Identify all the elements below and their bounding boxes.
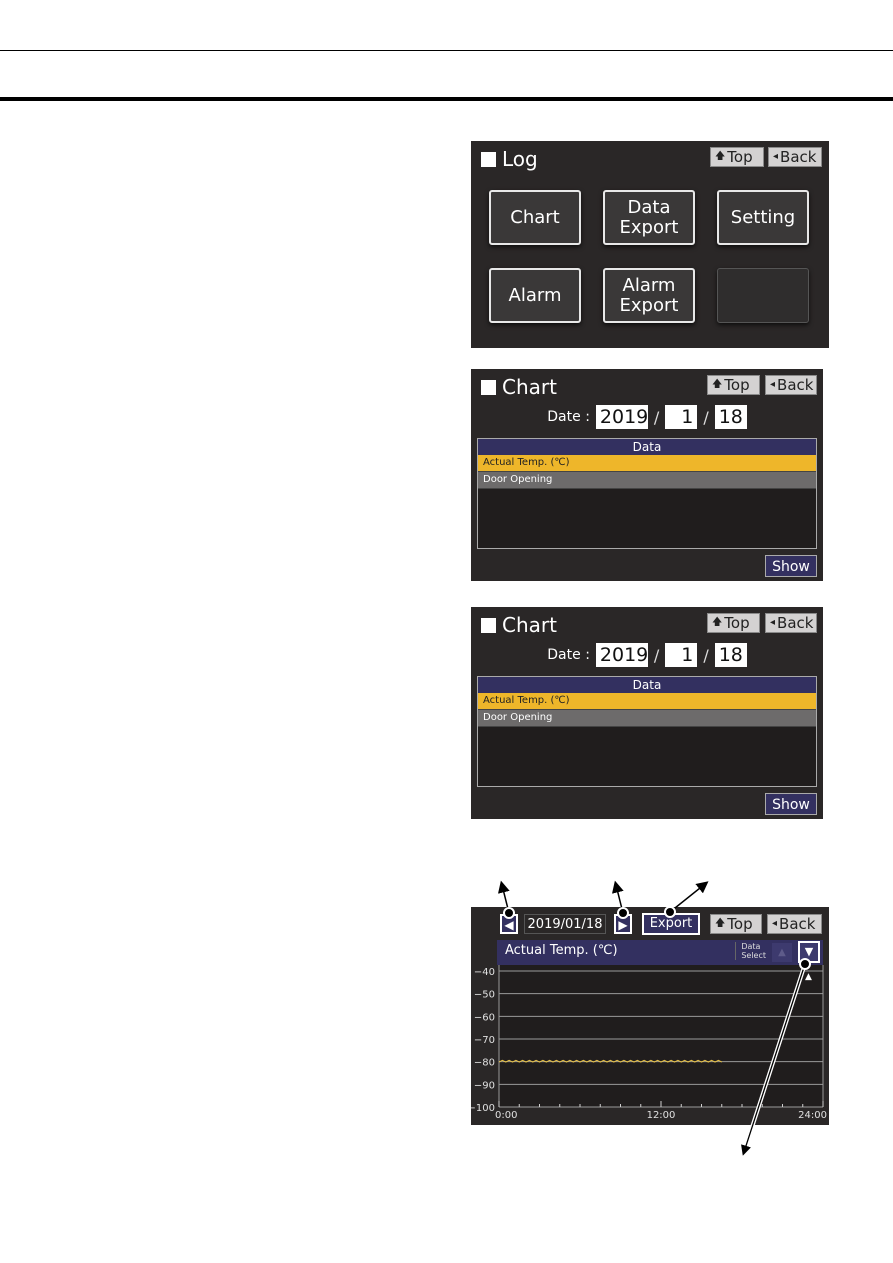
x-tick-label: 0:00 [495, 1110, 517, 1121]
alarm-button[interactable]: Alarm [489, 268, 581, 323]
back-button[interactable]: ◂ Back [765, 375, 817, 395]
y-tick-label: −80 [474, 1058, 495, 1069]
day-field[interactable]: 18 [714, 405, 747, 429]
export-button[interactable]: Export [642, 913, 700, 935]
data-select-up-button[interactable]: ▲ [772, 943, 792, 962]
back-button[interactable]: ◂ Back [765, 613, 817, 633]
alarm-export-button[interactable]: Alarm Export [603, 268, 695, 323]
cursor-marker-icon: ▲ [805, 972, 812, 982]
month-field[interactable]: 1 [665, 643, 698, 667]
data-list-header: Data [478, 677, 816, 693]
chart-series-title: Actual Temp. (℃) [505, 943, 618, 958]
show-button[interactable]: Show [765, 555, 817, 577]
y-tick-label: −40 [474, 967, 495, 978]
header-rule-thin [0, 50, 893, 51]
data-item-actual-temp[interactable]: Actual Temp. (℃) [478, 455, 816, 472]
back-button[interactable]: ◂ Back [767, 914, 822, 934]
up-arrow-icon: 🡅 [715, 151, 726, 162]
chart-header: Actual Temp. (℃) Data Select ▲ ▼ [497, 940, 823, 965]
header-rule-thick [0, 97, 893, 101]
x-tick-label: 24:00 [798, 1110, 827, 1121]
top-button[interactable]: 🡅 Top [707, 613, 760, 633]
up-arrow-icon: 🡅 [712, 617, 723, 628]
y-tick-label: −90 [474, 1080, 495, 1091]
date-label: Date : [547, 647, 590, 663]
data-select-label: Data Select [735, 942, 766, 960]
data-item-door-opening[interactable]: Door Opening [478, 710, 816, 727]
left-triangle-icon: ◂ [772, 918, 778, 929]
date-row: Date : 2019 / 1 / 18 [471, 643, 823, 667]
x-tick-label: 12:00 [647, 1110, 676, 1121]
date-row: Date : 2019 / 1 / 18 [471, 405, 823, 429]
data-export-button[interactable]: Data Export [603, 190, 695, 245]
data-list: Data Actual Temp. (℃) Door Opening [477, 438, 817, 549]
top-button[interactable]: 🡅 Top [710, 914, 762, 934]
year-field[interactable]: 2019 [595, 643, 648, 667]
up-arrow-icon: 🡅 [715, 918, 726, 929]
up-arrow-icon: 🡅 [712, 379, 723, 390]
data-item-actual-temp[interactable]: Actual Temp. (℃) [478, 693, 816, 710]
chart-select-screen: Chart 🡅 Top ◂ Back Date : 2019 / 1 / 18 … [471, 607, 823, 819]
setting-button[interactable]: Setting [717, 190, 809, 245]
title-square-icon [481, 617, 496, 633]
data-select-down-button[interactable]: ▼ [798, 941, 820, 963]
y-tick-label: −100 [471, 1103, 495, 1114]
next-day-button[interactable]: ▶ [614, 914, 632, 934]
chart-button[interactable]: Chart [489, 190, 581, 245]
data-item-door-opening[interactable]: Door Opening [478, 472, 816, 489]
screen-title: Log [481, 147, 538, 171]
title-square-icon [481, 379, 496, 395]
data-list-header: Data [478, 439, 816, 455]
title-square-icon [481, 151, 496, 167]
screen-title: Chart [481, 613, 557, 637]
month-field[interactable]: 1 [665, 405, 698, 429]
y-tick-label: −50 [474, 990, 495, 1001]
left-triangle-icon: ◂ [770, 379, 776, 390]
empty-button-slot [717, 268, 809, 323]
left-triangle-icon: ◂ [773, 151, 779, 162]
left-arrow-icon: ◀ [504, 918, 514, 932]
y-tick-label: −70 [474, 1035, 495, 1046]
graph-screen: −40 −50 −60 −70 −80 −90 −100 0:00 12:00 24:00 ◀ 2… [471, 907, 829, 1125]
log-screen: Log 🡅 Top ◂ Back Chart Data Export Setti… [471, 141, 829, 348]
plot-area [499, 965, 823, 1107]
top-button[interactable]: 🡅 Top [710, 147, 764, 167]
back-button[interactable]: ◂ Back [768, 147, 822, 167]
triangle-down-icon: ▼ [804, 945, 814, 958]
triangle-up-icon: ▲ [778, 947, 786, 958]
chart-date-display: 2019/01/18 [524, 914, 606, 934]
show-button[interactable]: Show [765, 793, 817, 815]
screen-title: Chart [481, 375, 557, 399]
screen-title-text: Log [502, 147, 538, 171]
date-label: Date : [547, 409, 590, 425]
year-field[interactable]: 2019 [595, 405, 648, 429]
previous-day-button[interactable]: ◀ [500, 914, 518, 934]
left-triangle-icon: ◂ [770, 617, 776, 628]
day-field[interactable]: 18 [714, 643, 747, 667]
right-arrow-icon: ▶ [618, 918, 628, 932]
y-tick-label: −60 [474, 1012, 495, 1023]
top-button[interactable]: 🡅 Top [707, 375, 760, 395]
data-list: Data Actual Temp. (℃) Door Opening [477, 676, 817, 787]
chart-select-screen: Chart 🡅 Top ◂ Back Date : 2019 / 1 / 18 … [471, 369, 823, 581]
